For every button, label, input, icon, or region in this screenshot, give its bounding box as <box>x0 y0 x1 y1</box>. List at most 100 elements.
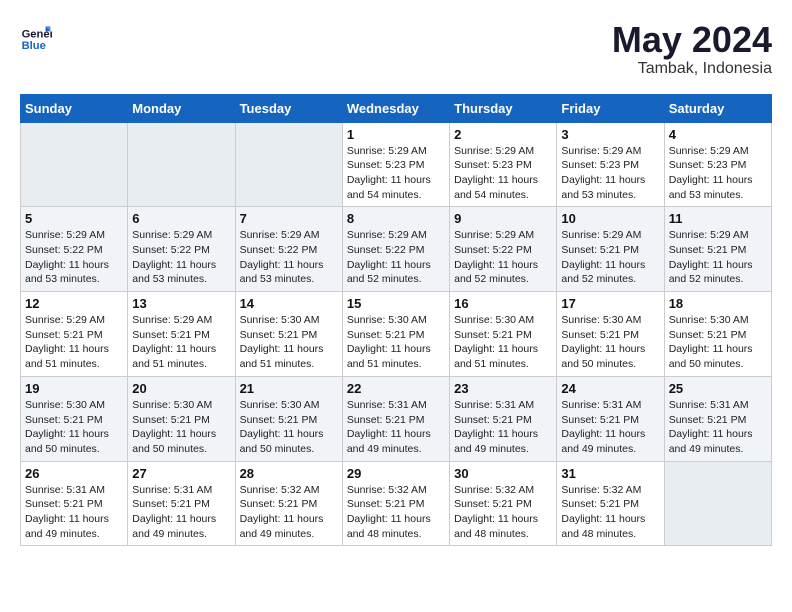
day-info: Sunrise: 5:29 AMSunset: 5:23 PMDaylight:… <box>669 144 767 203</box>
header-day-tuesday: Tuesday <box>235 94 342 122</box>
calendar-cell: 8 Sunrise: 5:29 AMSunset: 5:22 PMDaylight… <box>342 207 449 292</box>
day-number: 31 <box>561 466 659 481</box>
location: Tambak, Indonesia <box>612 60 772 78</box>
calendar-cell: 13 Sunrise: 5:29 AMSunset: 5:21 PMDayligh… <box>128 292 235 377</box>
day-number: 25 <box>669 381 767 396</box>
calendar-cell: 25 Sunrise: 5:31 AMSunset: 5:21 PMDayligh… <box>664 376 771 461</box>
day-number: 6 <box>132 211 230 226</box>
day-number: 3 <box>561 127 659 142</box>
day-info: Sunrise: 5:29 AMSunset: 5:22 PMDaylight:… <box>132 228 230 287</box>
calendar-cell <box>21 122 128 207</box>
calendar-week-5: 26Sunrise: 5:31 AMSunset: 5:21 PMDayligh… <box>21 461 772 546</box>
header-day-friday: Friday <box>557 94 664 122</box>
logo: General Blue <box>20 20 52 52</box>
day-info: Sunrise: 5:31 AMSunset: 5:21 PMDaylight:… <box>561 398 659 457</box>
day-info: Sunrise: 5:31 AMSunset: 5:21 PMDaylight:… <box>132 483 230 542</box>
calendar-cell <box>664 461 771 546</box>
day-number: 10 <box>561 211 659 226</box>
day-number: 8 <box>347 211 445 226</box>
day-number: 30 <box>454 466 552 481</box>
calendar-cell: 11 Sunrise: 5:29 AMSunset: 5:21 PMDayligh… <box>664 207 771 292</box>
calendar-cell: 31Sunrise: 5:32 AMSunset: 5:21 PMDayligh… <box>557 461 664 546</box>
day-number: 17 <box>561 296 659 311</box>
day-number: 21 <box>240 381 338 396</box>
calendar-cell: 9Sunrise: 5:29 AMSunset: 5:22 PMDaylight… <box>450 207 557 292</box>
day-number: 15 <box>347 296 445 311</box>
day-info: Sunrise: 5:29 AMSunset: 5:21 PMDaylight:… <box>25 313 123 372</box>
calendar-cell: 20 Sunrise: 5:30 AMSunset: 5:21 PMDayligh… <box>128 376 235 461</box>
day-info: Sunrise: 5:32 AMSunset: 5:21 PMDaylight:… <box>454 483 552 542</box>
day-info: Sunrise: 5:30 AMSunset: 5:21 PMDaylight:… <box>240 313 338 372</box>
logo-icon: General Blue <box>20 20 52 52</box>
day-number: 20 <box>132 381 230 396</box>
calendar-cell: 24Sunrise: 5:31 AMSunset: 5:21 PMDayligh… <box>557 376 664 461</box>
day-info: Sunrise: 5:31 AMSunset: 5:21 PMDaylight:… <box>454 398 552 457</box>
calendar-cell <box>128 122 235 207</box>
day-number: 12 <box>25 296 123 311</box>
calendar-cell: 22Sunrise: 5:31 AMSunset: 5:21 PMDayligh… <box>342 376 449 461</box>
day-info: Sunrise: 5:30 AMSunset: 5:21 PMDaylight:… <box>347 313 445 372</box>
day-info: Sunrise: 5:30 AMSunset: 5:21 PMDaylight:… <box>132 398 230 457</box>
calendar-cell: 23 Sunrise: 5:31 AMSunset: 5:21 PMDayligh… <box>450 376 557 461</box>
day-info: Sunrise: 5:30 AMSunset: 5:21 PMDaylight:… <box>25 398 123 457</box>
day-number: 14 <box>240 296 338 311</box>
calendar-cell: 10 Sunrise: 5:29 AMSunset: 5:21 PMDayligh… <box>557 207 664 292</box>
day-number: 2 <box>454 127 552 142</box>
day-number: 23 <box>454 381 552 396</box>
calendar-cell: 12 Sunrise: 5:29 AMSunset: 5:21 PMDayligh… <box>21 292 128 377</box>
calendar-table: SundayMondayTuesdayWednesdayThursdayFrid… <box>20 94 772 547</box>
day-number: 4 <box>669 127 767 142</box>
header-row: SundayMondayTuesdayWednesdayThursdayFrid… <box>21 94 772 122</box>
calendar-week-4: 19 Sunrise: 5:30 AMSunset: 5:21 PMDayligh… <box>21 376 772 461</box>
calendar-cell: 16Sunrise: 5:30 AMSunset: 5:21 PMDayligh… <box>450 292 557 377</box>
day-info: Sunrise: 5:29 AMSunset: 5:23 PMDaylight:… <box>454 144 552 203</box>
calendar-cell: 5Sunrise: 5:29 AMSunset: 5:22 PMDaylight… <box>21 207 128 292</box>
day-number: 28 <box>240 466 338 481</box>
calendar-cell: 15 Sunrise: 5:30 AMSunset: 5:21 PMDayligh… <box>342 292 449 377</box>
day-info: Sunrise: 5:29 AMSunset: 5:22 PMDaylight:… <box>454 228 552 287</box>
calendar-cell: 26Sunrise: 5:31 AMSunset: 5:21 PMDayligh… <box>21 461 128 546</box>
header-day-wednesday: Wednesday <box>342 94 449 122</box>
page-header: General Blue May 2024 Tambak, Indonesia <box>20 20 772 78</box>
day-number: 5 <box>25 211 123 226</box>
calendar-cell <box>235 122 342 207</box>
day-number: 16 <box>454 296 552 311</box>
calendar-cell: 29 Sunrise: 5:32 AMSunset: 5:21 PMDayligh… <box>342 461 449 546</box>
calendar-cell: 21 Sunrise: 5:30 AMSunset: 5:21 PMDayligh… <box>235 376 342 461</box>
day-info: Sunrise: 5:31 AMSunset: 5:21 PMDaylight:… <box>25 483 123 542</box>
header-day-monday: Monday <box>128 94 235 122</box>
day-info: Sunrise: 5:30 AMSunset: 5:21 PMDaylight:… <box>240 398 338 457</box>
day-info: Sunrise: 5:31 AMSunset: 5:21 PMDaylight:… <box>669 398 767 457</box>
calendar-cell: 14 Sunrise: 5:30 AMSunset: 5:21 PMDayligh… <box>235 292 342 377</box>
day-number: 29 <box>347 466 445 481</box>
calendar-cell: 6 Sunrise: 5:29 AMSunset: 5:22 PMDaylight… <box>128 207 235 292</box>
day-info: Sunrise: 5:29 AMSunset: 5:21 PMDaylight:… <box>132 313 230 372</box>
day-number: 11 <box>669 211 767 226</box>
calendar-cell: 7 Sunrise: 5:29 AMSunset: 5:22 PMDaylight… <box>235 207 342 292</box>
header-day-thursday: Thursday <box>450 94 557 122</box>
title-block: May 2024 Tambak, Indonesia <box>612 20 772 78</box>
calendar-week-3: 12 Sunrise: 5:29 AMSunset: 5:21 PMDayligh… <box>21 292 772 377</box>
day-info: Sunrise: 5:32 AMSunset: 5:21 PMDaylight:… <box>347 483 445 542</box>
header-day-saturday: Saturday <box>664 94 771 122</box>
calendar-cell: 30 Sunrise: 5:32 AMSunset: 5:21 PMDayligh… <box>450 461 557 546</box>
calendar-cell: 4 Sunrise: 5:29 AMSunset: 5:23 PMDaylight… <box>664 122 771 207</box>
day-info: Sunrise: 5:30 AMSunset: 5:21 PMDaylight:… <box>669 313 767 372</box>
day-number: 7 <box>240 211 338 226</box>
day-info: Sunrise: 5:29 AMSunset: 5:21 PMDaylight:… <box>669 228 767 287</box>
day-info: Sunrise: 5:30 AMSunset: 5:21 PMDaylight:… <box>561 313 659 372</box>
day-info: Sunrise: 5:29 AMSunset: 5:22 PMDaylight:… <box>240 228 338 287</box>
calendar-cell: 27Sunrise: 5:31 AMSunset: 5:21 PMDayligh… <box>128 461 235 546</box>
day-info: Sunrise: 5:29 AMSunset: 5:23 PMDaylight:… <box>561 144 659 203</box>
day-info: Sunrise: 5:29 AMSunset: 5:21 PMDaylight:… <box>561 228 659 287</box>
svg-text:Blue: Blue <box>22 40 46 52</box>
day-info: Sunrise: 5:29 AMSunset: 5:23 PMDaylight:… <box>347 144 445 203</box>
calendar-cell: 19 Sunrise: 5:30 AMSunset: 5:21 PMDayligh… <box>21 376 128 461</box>
day-number: 19 <box>25 381 123 396</box>
day-info: Sunrise: 5:29 AMSunset: 5:22 PMDaylight:… <box>347 228 445 287</box>
month-year: May 2024 <box>612 20 772 60</box>
day-number: 13 <box>132 296 230 311</box>
day-number: 1 <box>347 127 445 142</box>
day-number: 18 <box>669 296 767 311</box>
calendar-cell: 2 Sunrise: 5:29 AMSunset: 5:23 PMDaylight… <box>450 122 557 207</box>
